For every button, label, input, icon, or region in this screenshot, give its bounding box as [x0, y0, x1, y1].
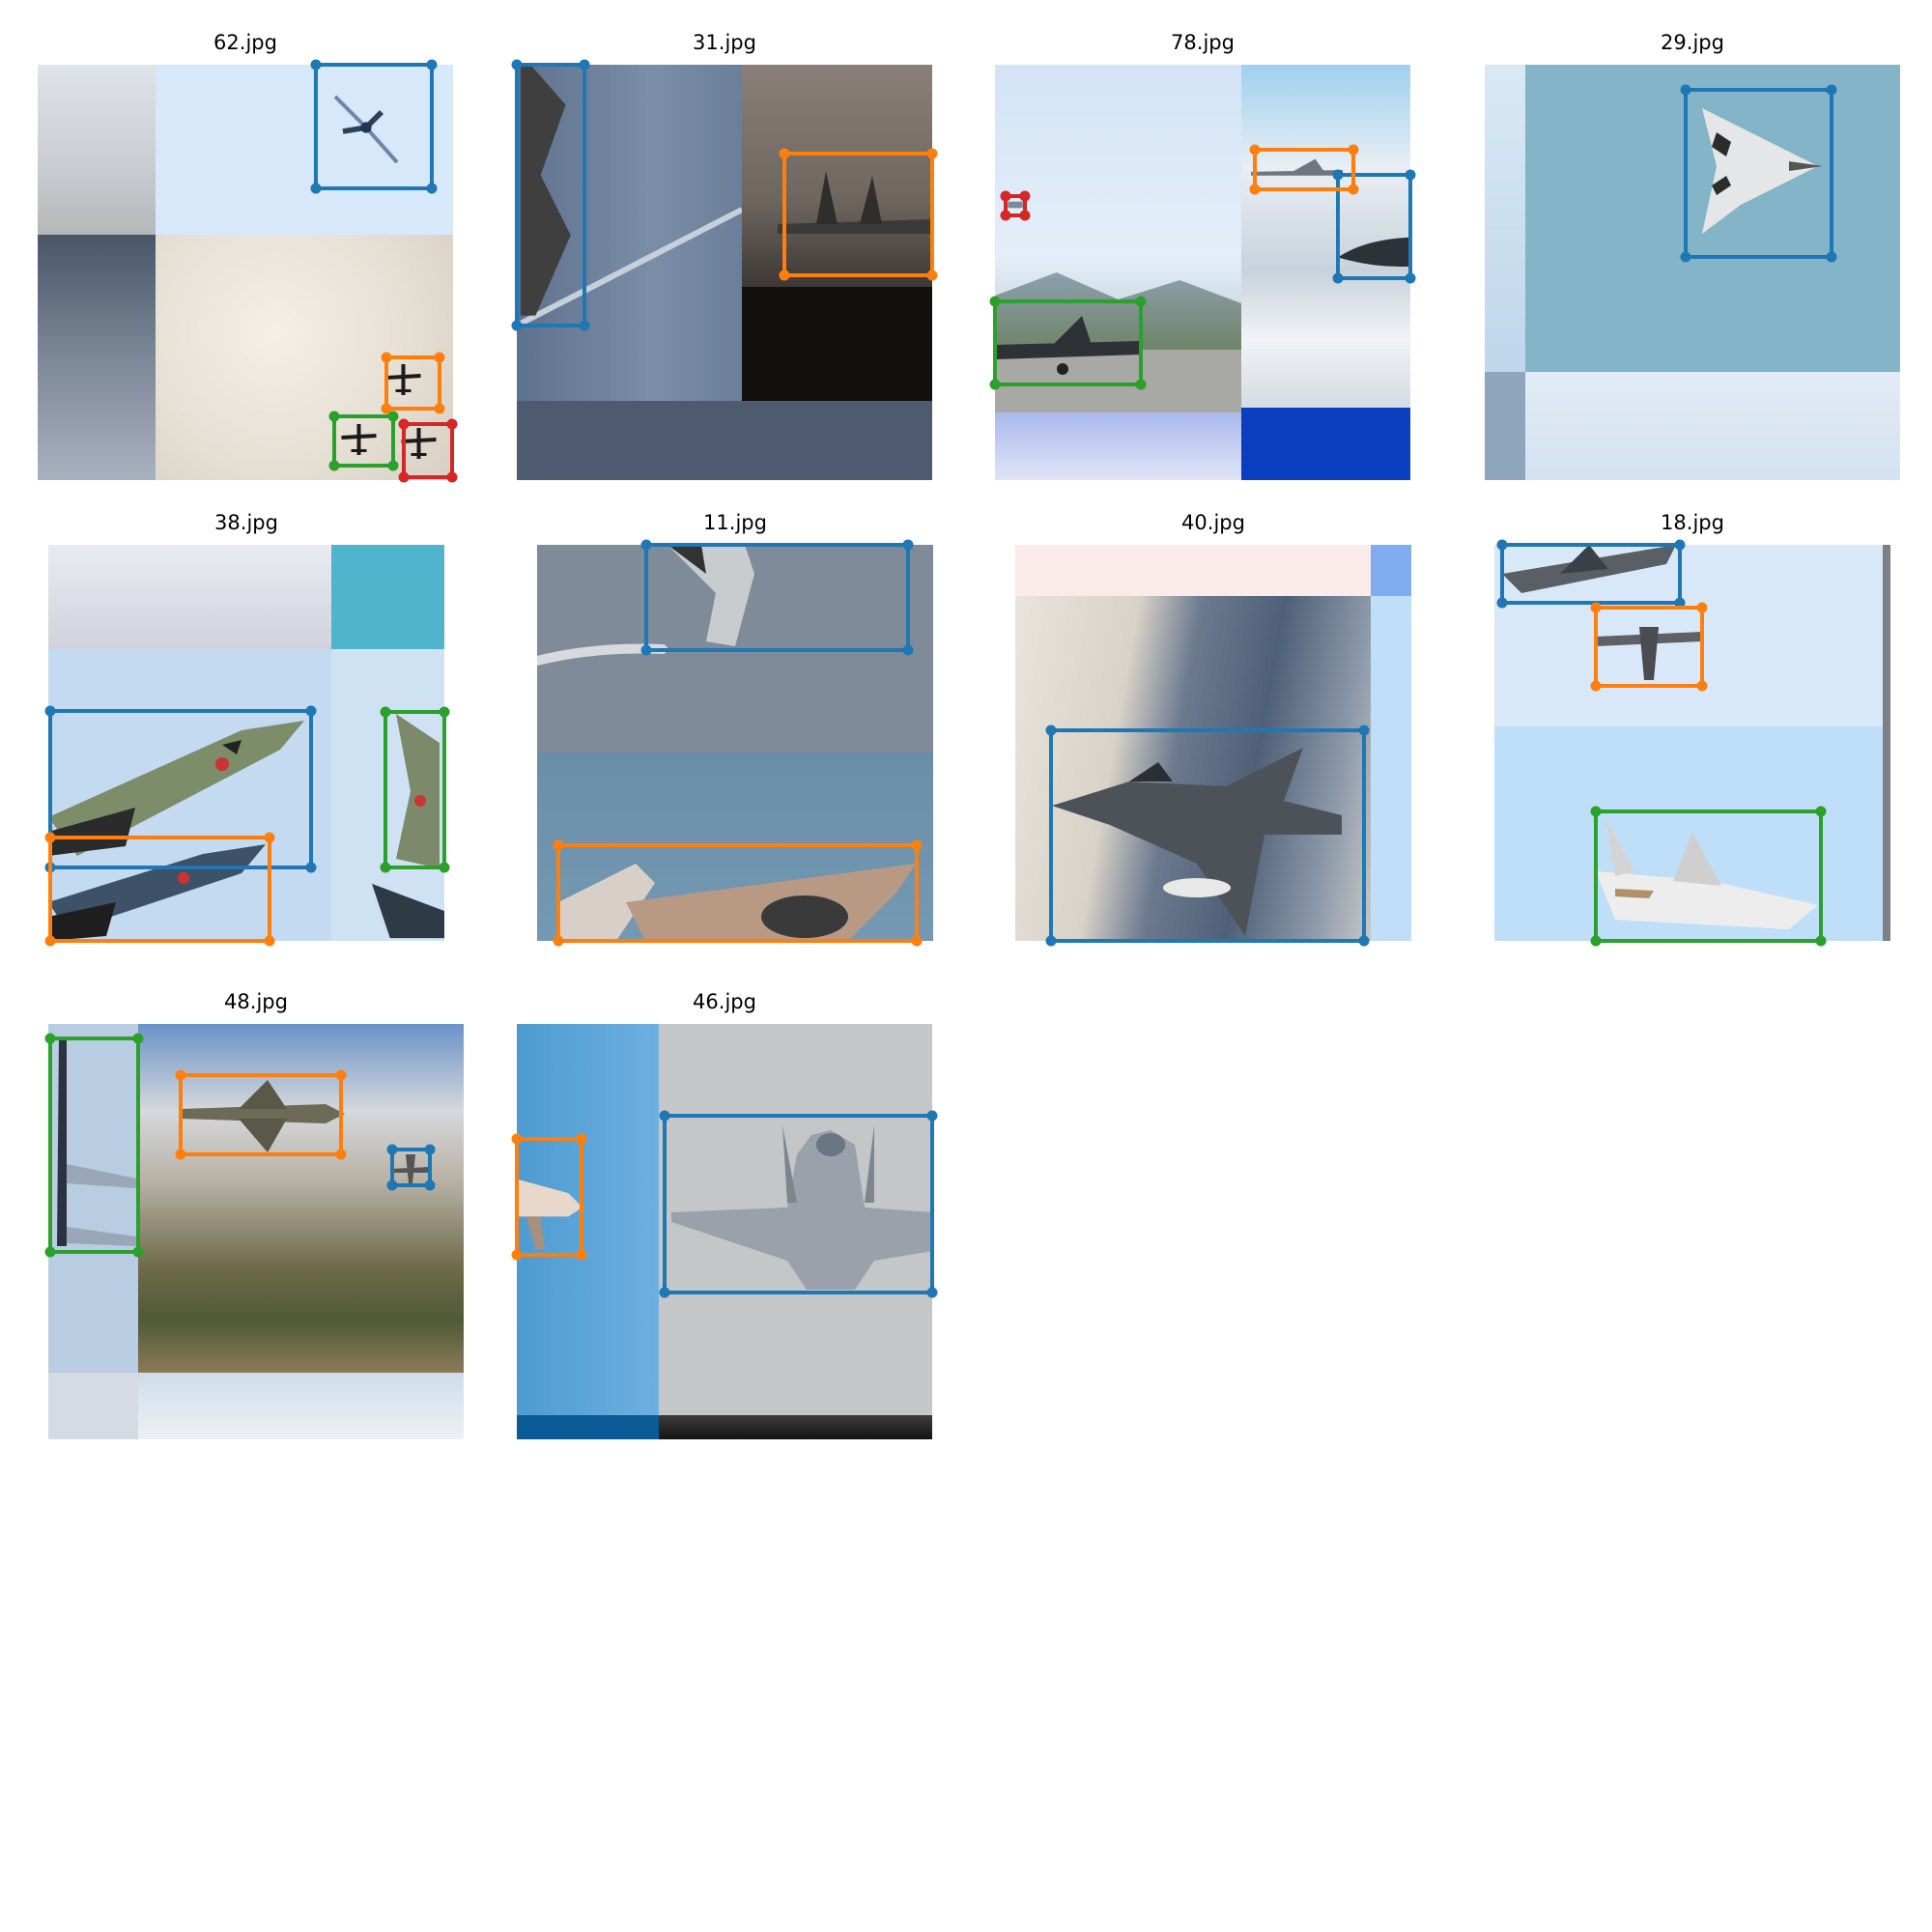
bbox — [44, 832, 275, 947]
bbox-overlay — [511, 59, 938, 331]
panel-78: 78.jpg — [989, 31, 1416, 480]
bbox — [640, 539, 914, 656]
panel-11: 11.jpg — [537, 511, 933, 947]
panel-18: 18.jpg — [1494, 511, 1890, 947]
panel-title: 40.jpg — [1181, 511, 1245, 534]
bbox-overlay — [1496, 539, 1827, 947]
panel-title: 29.jpg — [1661, 31, 1724, 54]
panel-46: 46.jpg — [511, 990, 938, 1439]
bbox — [989, 296, 1147, 390]
bbox — [398, 418, 458, 483]
bbox-overlay — [44, 705, 450, 947]
bbox — [175, 1069, 347, 1160]
panel-title: 48.jpg — [224, 990, 288, 1013]
bbox — [553, 839, 923, 947]
panel-31: 31.jpg — [511, 31, 938, 480]
bbox — [44, 1033, 144, 1258]
bbox — [511, 1133, 587, 1261]
bbox — [44, 705, 317, 873]
bbox — [328, 411, 399, 471]
bbox — [1332, 169, 1416, 284]
bbox-overlay — [1045, 724, 1370, 947]
bbox — [380, 706, 450, 873]
panel-title: 31.jpg — [693, 31, 756, 54]
bbox — [310, 59, 438, 194]
bbox — [511, 59, 590, 331]
bbox — [1590, 602, 1708, 692]
bbox — [386, 1144, 436, 1191]
bbox — [659, 1110, 938, 1298]
panel-title: 78.jpg — [1171, 31, 1235, 54]
bbox-overlay — [44, 1033, 436, 1258]
bbox-overlay — [553, 539, 923, 947]
bbox — [1249, 144, 1359, 195]
bbox-overlay — [989, 144, 1416, 390]
bbox — [1590, 806, 1827, 947]
bbox — [1045, 724, 1370, 947]
bbox — [381, 352, 445, 414]
bbox-overlay — [511, 1110, 938, 1298]
panel-title: 18.jpg — [1661, 511, 1724, 534]
bbox — [1000, 190, 1031, 221]
bbox — [1680, 84, 1837, 263]
panel-40: 40.jpg — [1015, 511, 1411, 947]
bbox-overlay — [1680, 84, 1837, 263]
panel-title: 46.jpg — [693, 990, 756, 1013]
panel-48: 48.jpg — [44, 990, 464, 1439]
panel-62: 62.jpg — [38, 31, 458, 483]
panel-title: 62.jpg — [213, 31, 277, 54]
bbox — [779, 148, 938, 281]
panel-title: 38.jpg — [214, 511, 278, 534]
panel-title: 11.jpg — [703, 511, 767, 534]
panel-38: 38.jpg — [44, 511, 450, 947]
bbox-overlay — [310, 59, 458, 483]
bbox — [1496, 539, 1686, 609]
panel-29: 29.jpg — [1485, 31, 1900, 480]
